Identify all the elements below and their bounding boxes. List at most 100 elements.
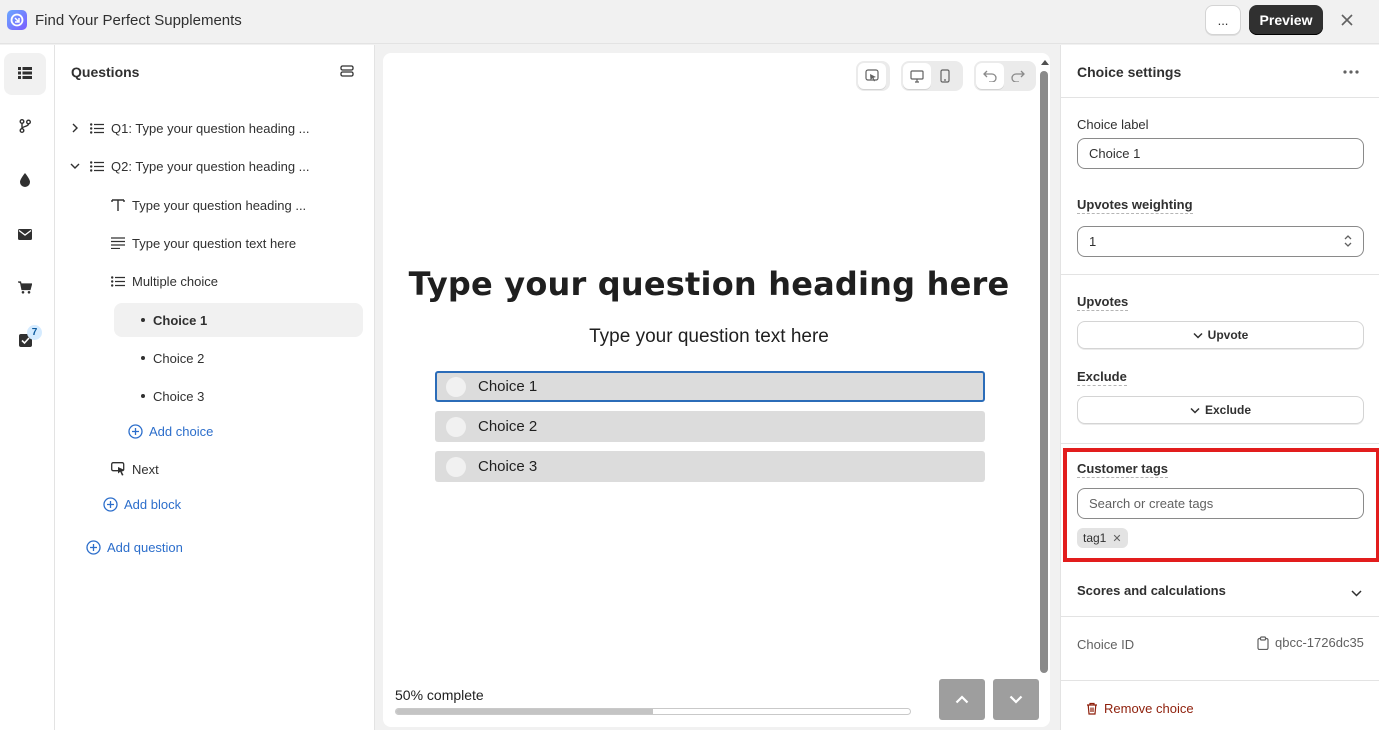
add-block-label: Add block <box>124 496 182 512</box>
exclude-title: Exclude <box>1077 369 1127 386</box>
rail-theme-button[interactable] <box>4 160 46 202</box>
text-type-icon <box>110 197 126 213</box>
add-choice-label: Add choice <box>149 423 214 439</box>
tree-choice-3[interactable]: Choice 3 <box>141 379 204 413</box>
upvotes-weighting-input[interactable]: 1 <box>1077 226 1364 257</box>
more-horizontal-icon[interactable] <box>1343 61 1359 79</box>
stepper-icon[interactable] <box>1343 234 1353 251</box>
upvotes-title: Upvotes <box>1077 294 1129 311</box>
rail-checklist-button[interactable]: 7 <box>4 321 46 363</box>
remove-choice-label: Remove choice <box>1104 701 1194 716</box>
rail-email-button[interactable] <box>4 214 46 256</box>
progress-bar <box>395 708 911 715</box>
plus-circle-icon <box>85 539 101 555</box>
trash-icon <box>1086 702 1098 715</box>
mobile-icon[interactable] <box>931 63 959 89</box>
preview-choice-2[interactable]: Choice 2 <box>435 411 985 442</box>
cart-icon <box>18 281 33 297</box>
icon-rail: 7 <box>0 45 55 730</box>
branch-icon <box>19 118 31 136</box>
tree-choice-2[interactable]: Choice 2 <box>141 341 204 375</box>
list-icon <box>18 66 32 82</box>
previous-question-button[interactable] <box>939 679 985 720</box>
rail-products-button[interactable] <box>4 268 46 310</box>
divider <box>1061 616 1379 617</box>
preview-choice-2-label: Choice 2 <box>478 418 538 435</box>
radio-button[interactable] <box>446 416 466 437</box>
drop-icon <box>20 172 30 190</box>
upvote-button[interactable]: Upvote <box>1077 321 1364 349</box>
list-bullets-icon <box>89 120 105 136</box>
preview-choice-3[interactable]: Choice 3 <box>435 451 985 482</box>
chevron-down-icon[interactable] <box>1351 585 1362 600</box>
history-toolbar <box>974 61 1036 91</box>
app-title: Find Your Perfect Supplements <box>35 12 242 29</box>
chevron-down-icon[interactable] <box>67 158 83 174</box>
radio-button[interactable] <box>446 456 466 477</box>
tree-q2-multiple-choice-label: Multiple choice <box>132 273 218 289</box>
remove-choice-button[interactable]: Remove choice <box>1086 701 1194 716</box>
upvote-button-label: Upvote <box>1207 328 1249 342</box>
exclude-button-label: Exclude <box>1204 403 1252 417</box>
inspect-icon[interactable] <box>858 63 886 89</box>
bullet <box>141 356 145 360</box>
tree-q2-heading[interactable]: Type your question heading ... <box>110 188 306 222</box>
tree-choice-1-label: Choice 1 <box>153 312 208 328</box>
email-icon <box>18 228 32 243</box>
desktop-icon[interactable] <box>903 63 931 89</box>
preview-button[interactable]: Preview <box>1249 5 1323 35</box>
choice-id-label: Choice ID <box>1077 637 1135 652</box>
app-logo-icon <box>7 10 27 30</box>
collapse-all-icon[interactable] <box>339 63 357 81</box>
upvotes-weighting-title: Upvotes weighting <box>1077 197 1193 214</box>
more-actions-button[interactable]: ... <box>1205 5 1241 35</box>
tree-q2-label: Q2: Type your question heading ... <box>111 158 310 174</box>
divider <box>1061 680 1379 681</box>
clipboard-icon[interactable] <box>1257 635 1269 650</box>
preview-scrollbar-thumb[interactable] <box>1040 71 1048 673</box>
add-block-button[interactable]: Add block <box>102 487 181 521</box>
preview-choice-1[interactable]: Choice 1 <box>435 371 985 402</box>
radio-button[interactable] <box>446 376 466 397</box>
tree-q2[interactable]: Q2: Type your question heading ... <box>67 149 310 183</box>
add-choice-button[interactable]: Add choice <box>127 414 213 448</box>
rail-logic-button[interactable] <box>4 106 46 148</box>
scores-calculations-title[interactable]: Scores and calculations <box>1077 583 1226 598</box>
tree-q2-text[interactable]: Type your question text here <box>110 226 296 260</box>
preview-choice-1-label: Choice 1 <box>478 378 538 395</box>
settings-title: Choice settings <box>1077 64 1182 80</box>
undo-icon[interactable] <box>976 63 1004 89</box>
tree-q2-heading-label: Type your question heading ... <box>132 197 307 213</box>
device-toolbar <box>901 61 963 91</box>
questions-panel: Questions Q1: Type your question heading… <box>55 45 375 730</box>
choice-label-input[interactable]: Choice 1 <box>1077 138 1364 169</box>
tree-choice-1[interactable]: Choice 1 <box>141 303 207 337</box>
chevron-right-icon[interactable] <box>67 120 83 136</box>
tree-q2-multiple-choice[interactable]: Multiple choice <box>110 264 218 298</box>
list-bullets-icon <box>89 158 105 174</box>
exclude-button[interactable]: Exclude <box>1077 396 1364 424</box>
tree-q2-text-label: Type your question text here <box>132 235 297 251</box>
redo-icon[interactable] <box>1004 63 1032 89</box>
plus-circle-icon <box>102 496 118 512</box>
list-bullets-icon <box>110 273 126 289</box>
next-button-icon <box>110 461 126 477</box>
preview-question-heading[interactable]: Type your question heading here <box>383 265 1035 303</box>
tree-choice-2-label: Choice 2 <box>153 350 205 366</box>
upvotes-weighting-value: 1 <box>1089 234 1097 249</box>
preview-question-text[interactable]: Type your question text here <box>383 326 1035 348</box>
tree-next[interactable]: Next <box>110 452 159 486</box>
tree-q1[interactable]: Q1: Type your question heading ... <box>67 111 310 145</box>
chevron-down-icon <box>1009 692 1023 707</box>
choice-id-copy[interactable]: qbcc-1726dc35 <box>1257 635 1364 650</box>
divider <box>1061 443 1379 444</box>
next-question-button[interactable] <box>993 679 1039 720</box>
rail-questions-button[interactable] <box>4 53 46 95</box>
add-question-button[interactable]: Add question <box>85 530 183 564</box>
choice-settings-panel: Choice settings Choice label Choice 1 Up… <box>1060 45 1379 730</box>
paragraph-icon <box>110 235 126 251</box>
questions-title: Questions <box>71 64 140 80</box>
tree-q1-label: Q1: Type your question heading ... <box>111 120 310 136</box>
preview-choice-3-label: Choice 3 <box>478 458 538 475</box>
close-icon[interactable] <box>1336 9 1358 31</box>
